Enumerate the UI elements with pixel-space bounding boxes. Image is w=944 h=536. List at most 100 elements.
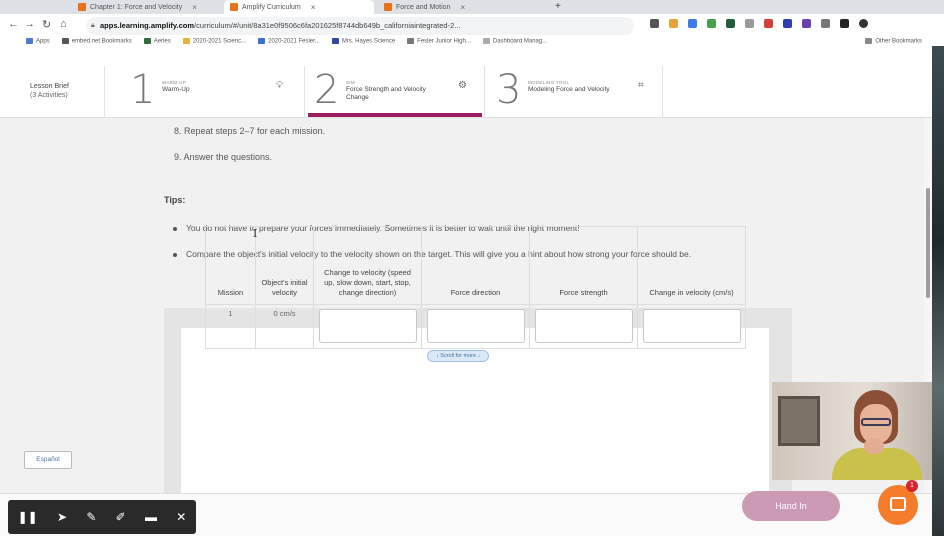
extension-icon[interactable] bbox=[650, 19, 659, 28]
browser-tab[interactable]: Force and Motion × bbox=[378, 0, 528, 14]
column-header: Change to velocity (speed up, slow down,… bbox=[313, 226, 422, 305]
tab-label: Chapter 1: Force and Velocity bbox=[90, 3, 183, 11]
folder-icon bbox=[865, 37, 873, 44]
mission-number-cell: 1 bbox=[205, 304, 256, 349]
tips-heading: Tips: bbox=[164, 195, 186, 205]
presenter-hand bbox=[864, 438, 884, 454]
step-kicker: MODELING TOOL bbox=[528, 80, 570, 85]
extension-icon[interactable] bbox=[726, 19, 735, 28]
close-icon[interactable]: ✕ bbox=[176, 510, 186, 524]
other-bookmarks[interactable]: Other Bookmarks bbox=[865, 37, 922, 44]
reload-icon[interactable]: ↻ bbox=[42, 18, 51, 31]
step-kicker: WARM-UP bbox=[162, 80, 186, 85]
lesson-header: Lesson Brief (3 Activities) 1 WARM-UP Wa… bbox=[0, 46, 944, 118]
scrollbar-thumb[interactable] bbox=[926, 188, 930, 298]
column-header: Object's initial velocity bbox=[255, 226, 314, 305]
lesson-brief-button[interactable]: Lesson Brief (3 Activities) bbox=[30, 82, 69, 100]
tab-favicon-icon bbox=[384, 3, 392, 11]
extension-icon[interactable] bbox=[783, 19, 792, 28]
active-step-indicator bbox=[308, 113, 482, 117]
forward-icon[interactable]: → bbox=[24, 18, 35, 30]
extension-icon[interactable] bbox=[669, 19, 678, 28]
divider bbox=[104, 66, 105, 118]
text-cursor-icon: I bbox=[253, 227, 258, 240]
address-bar[interactable]: 🔒︎ apps.learning.amplify.com/curriculum/… bbox=[86, 17, 634, 35]
tab-close-icon[interactable]: × bbox=[460, 3, 465, 12]
lesson-brief-label: Lesson Brief bbox=[30, 83, 69, 90]
site-icon bbox=[331, 37, 339, 44]
url-host: apps.learning.amplify.com bbox=[100, 21, 195, 30]
pause-icon[interactable]: ❚❚ bbox=[18, 510, 38, 524]
step-warm-up[interactable]: 1 WARM-UP Warm-Up 💡︎ bbox=[130, 68, 298, 120]
browser-tab-active[interactable]: Amplify Curriculum × bbox=[224, 0, 374, 14]
bookmark-item[interactable]: Mrs. Hayes Science bbox=[331, 37, 395, 44]
chat-notification-badge: 1 bbox=[906, 480, 918, 492]
bookmark-item[interactable]: Apps bbox=[26, 37, 50, 44]
desktop-background bbox=[932, 46, 944, 536]
highlighter-icon[interactable]: ✐ bbox=[116, 510, 126, 524]
browser-tab[interactable]: Chapter 1: Force and Velocity × bbox=[72, 0, 222, 14]
chat-icon bbox=[890, 497, 906, 511]
step-number: 2 bbox=[314, 67, 340, 113]
extension-icon[interactable] bbox=[745, 19, 754, 28]
bullet-icon bbox=[173, 253, 177, 257]
force-direction-input[interactable] bbox=[426, 309, 525, 343]
presenter-glasses bbox=[861, 418, 891, 426]
mission-table: Mission Object's initial velocity Change… bbox=[205, 226, 746, 349]
lesson-brief-count: (3 Activities) bbox=[30, 92, 68, 99]
column-header: Force direction bbox=[421, 226, 530, 305]
eraser-icon[interactable]: ▬ bbox=[145, 510, 157, 524]
extension-icon[interactable] bbox=[688, 19, 697, 28]
hand-in-button[interactable]: Hand In bbox=[742, 491, 840, 521]
lightbulb-icon: 💡︎ bbox=[276, 80, 283, 91]
divider bbox=[662, 66, 663, 118]
column-header: Force strength bbox=[529, 226, 638, 305]
step-title: Modeling Force and Velocity bbox=[528, 86, 610, 93]
scroll-for-more-button[interactable]: ↓ Scroll for more ↓ bbox=[427, 350, 490, 362]
divider bbox=[304, 66, 305, 118]
step-title: Force Strength and Velocity Change bbox=[346, 86, 426, 101]
tab-close-icon[interactable]: × bbox=[311, 3, 316, 12]
bookmark-item[interactable]: 2020-2021 Fesler... bbox=[258, 37, 320, 44]
extension-icon[interactable] bbox=[764, 19, 773, 28]
step-title: Warm-Up bbox=[162, 86, 190, 93]
drive-icon bbox=[182, 37, 190, 44]
apps-grid-icon bbox=[26, 37, 33, 44]
extensions-puzzle-icon[interactable] bbox=[840, 19, 849, 28]
instruction-step-9: 9. Answer the questions. bbox=[174, 152, 273, 162]
tab-label: Force and Motion bbox=[396, 3, 451, 11]
home-icon[interactable]: ⌂ bbox=[60, 18, 67, 30]
bookmark-item[interactable]: Fesler Junior High... bbox=[407, 37, 471, 44]
extension-icon[interactable] bbox=[802, 19, 811, 28]
bookmark-item[interactable]: Dashboard Manag... bbox=[482, 37, 547, 44]
initial-velocity-cell: 0 cm/s bbox=[255, 304, 314, 349]
aeries-logo-icon bbox=[143, 37, 151, 44]
back-icon[interactable]: ← bbox=[8, 18, 19, 30]
browser-tabstrip: Chapter 1: Force and Velocity × Amplify … bbox=[0, 0, 944, 14]
folder-icon bbox=[61, 37, 69, 44]
velocity-change-value-input[interactable] bbox=[642, 309, 741, 343]
lock-icon: 🔒︎ bbox=[91, 22, 95, 29]
profile-avatar-icon[interactable] bbox=[859, 19, 868, 28]
extension-icon[interactable] bbox=[821, 19, 830, 28]
tab-label: Amplify Curriculum bbox=[242, 3, 301, 11]
bookmark-item[interactable]: Aeries bbox=[143, 37, 171, 44]
espanol-button[interactable]: Español bbox=[24, 451, 72, 469]
pen-icon[interactable]: ✎ bbox=[86, 510, 96, 524]
step-kicker: SIM bbox=[346, 80, 355, 85]
tab-close-icon[interactable]: × bbox=[192, 3, 197, 12]
velocity-change-input[interactable] bbox=[318, 309, 417, 343]
step-number: 1 bbox=[130, 67, 156, 113]
new-tab-icon[interactable]: + bbox=[555, 0, 561, 14]
bookmark-item[interactable]: embed.net Bookmarks bbox=[61, 37, 132, 44]
table-cell bbox=[529, 304, 638, 349]
force-strength-input[interactable] bbox=[534, 309, 633, 343]
step-modeling-tool[interactable]: 3 MODELING TOOL Modeling Force and Veloc… bbox=[496, 68, 664, 120]
bookmark-item[interactable]: 2020-2021 Scienc... bbox=[182, 37, 246, 44]
step-number: 3 bbox=[496, 67, 522, 113]
column-header: Change in velocity (cm/s) bbox=[637, 226, 746, 305]
bookmarks-bar: Apps embed.net Bookmarks Aeries 2020-202… bbox=[0, 36, 944, 46]
table-header-row: Mission Object's initial velocity Change… bbox=[205, 226, 746, 305]
extension-icon[interactable] bbox=[707, 19, 716, 28]
pointer-icon[interactable]: ➤ bbox=[57, 510, 67, 524]
